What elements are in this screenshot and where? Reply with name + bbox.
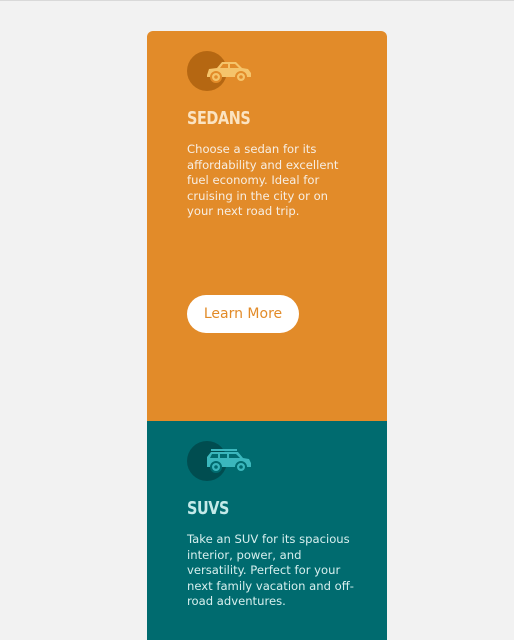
sedans-title: SEDANS xyxy=(187,108,251,129)
sedan-car-icon xyxy=(207,62,251,83)
suvs-title: SUVS xyxy=(187,498,229,519)
learn-more-button[interactable]: Learn More xyxy=(187,295,299,333)
suvs-description: Take an SUV for its spacious interior, p… xyxy=(187,532,354,608)
sedans-description: Choose a sedan for its affordability and… xyxy=(187,142,339,218)
suv-car-icon xyxy=(207,449,251,473)
sedans-card: SEDANS Choose a sedan for its affordabil… xyxy=(147,31,387,421)
sedan-icon-badge xyxy=(187,51,257,91)
suv-icon-badge xyxy=(187,441,257,481)
car-category-cards: SEDANS Choose a sedan for its affordabil… xyxy=(147,31,387,640)
top-divider xyxy=(0,0,514,1)
suvs-card: SUVS Take an SUV for its spacious interi… xyxy=(147,421,387,640)
